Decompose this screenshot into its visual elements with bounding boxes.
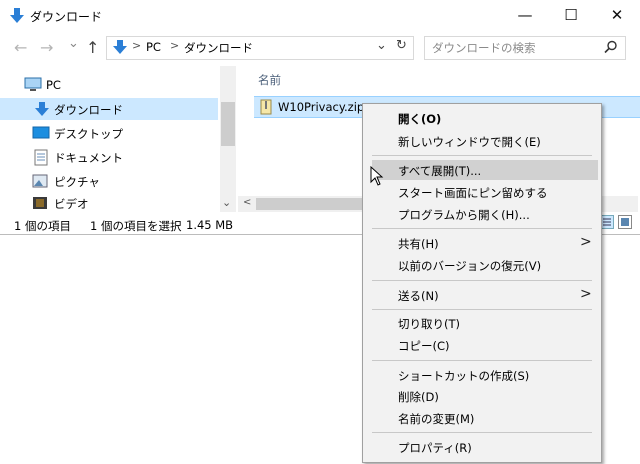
status-size: 1.45 MB	[186, 218, 234, 232]
scroll-left-button[interactable]: <	[243, 197, 251, 208]
menu-item-label: プログラムから開く(H)...	[398, 208, 530, 222]
nav-scrollbar-thumb[interactable]	[221, 102, 235, 146]
menu-item-label: スタート画面にピン留めする	[398, 186, 548, 200]
window-title: ダウンロード	[30, 10, 103, 24]
menu-item-open-new-window[interactable]: 新しいウィンドウで開く(E)	[372, 131, 598, 151]
address-dropdown-button[interactable]: ⌄	[376, 38, 387, 53]
picture-icon	[32, 174, 48, 188]
menu-item-create-shortcut[interactable]: ショートカットの作成(S)	[372, 365, 598, 385]
nav-item-label: ドキュメント	[54, 151, 123, 165]
status-item-count: 1 個の項目	[14, 219, 71, 233]
menu-item-label: 送る(N)	[398, 289, 439, 303]
video-icon	[33, 197, 47, 209]
details-view-icon[interactable]	[600, 215, 614, 229]
menu-separator	[372, 280, 592, 281]
mouse-cursor-icon	[370, 166, 384, 186]
menu-item-cut[interactable]: 切り取り(T)	[372, 313, 598, 333]
nav-item-label: ビデオ	[54, 197, 89, 211]
menu-separator	[372, 228, 592, 229]
menu-item-label: 以前のバージョンの復元(V)	[398, 259, 542, 273]
file-name: W10Privacy.zip	[278, 100, 365, 114]
menu-item-label: ショートカットの作成(S)	[398, 369, 530, 383]
maximize-button[interactable]: ☐	[548, 0, 594, 30]
nav-item-videos[interactable]: ビデオ	[0, 192, 218, 214]
nav-item-label: PC	[46, 78, 61, 92]
nav-item-label: ダウンロード	[54, 103, 123, 117]
menu-separator	[372, 155, 592, 156]
scroll-down-button[interactable]: ⌄	[222, 196, 231, 209]
nav-item-pc[interactable]: PC	[0, 74, 218, 96]
nav-item-pictures[interactable]: ピクチャ	[0, 170, 218, 192]
nav-item-label: ピクチャ	[54, 175, 100, 189]
nav-item-label: デスクトップ	[54, 127, 123, 141]
column-header-name[interactable]: 名前	[258, 72, 281, 88]
menu-separator	[372, 309, 592, 310]
menu-item-send-to[interactable]: 送る(N)	[372, 285, 598, 305]
menu-item-label: 新しいウィンドウで開く(E)	[398, 135, 541, 149]
document-icon	[34, 149, 48, 166]
menu-item-label: すべて展開(T)...	[398, 164, 482, 178]
breadcrumb-pc[interactable]: PC	[146, 40, 161, 54]
menu-item-delete[interactable]: 削除(D)	[372, 386, 598, 406]
menu-item-label: プロパティ(R)	[398, 441, 472, 455]
menu-item-label: 削除(D)	[398, 390, 439, 404]
back-button[interactable]: ←	[14, 38, 27, 57]
up-button[interactable]: ↑	[86, 38, 99, 57]
nav-item-downloads[interactable]: ダウンロード	[0, 98, 218, 120]
menu-separator	[372, 360, 592, 361]
menu-item-open-with[interactable]: プログラムから開く(H)...	[372, 204, 598, 224]
minimize-button[interactable]: —	[502, 0, 548, 30]
menu-item-extract-all[interactable]: すべて展開(T)...	[372, 160, 598, 180]
menu-item-copy[interactable]: コピー(C)	[372, 335, 598, 355]
menu-item-restore-previous[interactable]: 以前のバージョンの復元(V)	[372, 255, 598, 275]
large-icons-view-icon[interactable]	[618, 215, 632, 229]
forward-button[interactable]: →	[40, 38, 53, 57]
nav-item-desktop[interactable]: デスクトップ	[0, 122, 218, 144]
close-button[interactable]: ✕	[594, 0, 640, 30]
menu-item-rename[interactable]: 名前の変更(M)	[372, 408, 598, 428]
menu-item-open[interactable]: 開く(O)	[372, 108, 598, 128]
menu-item-label: 共有(H)	[398, 237, 439, 251]
pc-icon	[24, 77, 42, 91]
search-icon[interactable]	[604, 40, 618, 54]
menu-item-label: コピー(C)	[398, 339, 450, 353]
menu-item-label: 切り取り(T)	[398, 317, 460, 331]
breadcrumb-separator: >	[132, 39, 142, 52]
download-icon	[35, 102, 49, 116]
desktop-icon	[32, 126, 50, 139]
refresh-button[interactable]: ↻	[396, 38, 407, 53]
download-folder-icon	[10, 8, 24, 23]
download-folder-icon	[113, 40, 127, 54]
search-placeholder: ダウンロードの検索	[432, 41, 536, 55]
submenu-arrow-icon: >	[580, 234, 592, 250]
breadcrumb-separator: >	[170, 39, 180, 52]
breadcrumb-downloads[interactable]: ダウンロード	[184, 40, 253, 56]
menu-item-pin-to-start[interactable]: スタート画面にピン留めする	[372, 182, 598, 202]
nav-item-documents[interactable]: ドキュメント	[0, 146, 218, 168]
recent-locations-button[interactable]: ⌄	[68, 36, 79, 51]
submenu-arrow-icon: >	[580, 286, 592, 302]
menu-item-label: 名前の変更(M)	[398, 412, 475, 426]
menu-separator	[372, 432, 592, 433]
menu-item-properties[interactable]: プロパティ(R)	[372, 437, 598, 457]
menu-item-label: 開く(O)	[398, 112, 442, 126]
status-selected: 1 個の項目を選択	[90, 219, 182, 233]
menu-item-share[interactable]: 共有(H)	[372, 233, 598, 253]
zip-icon	[260, 99, 272, 115]
